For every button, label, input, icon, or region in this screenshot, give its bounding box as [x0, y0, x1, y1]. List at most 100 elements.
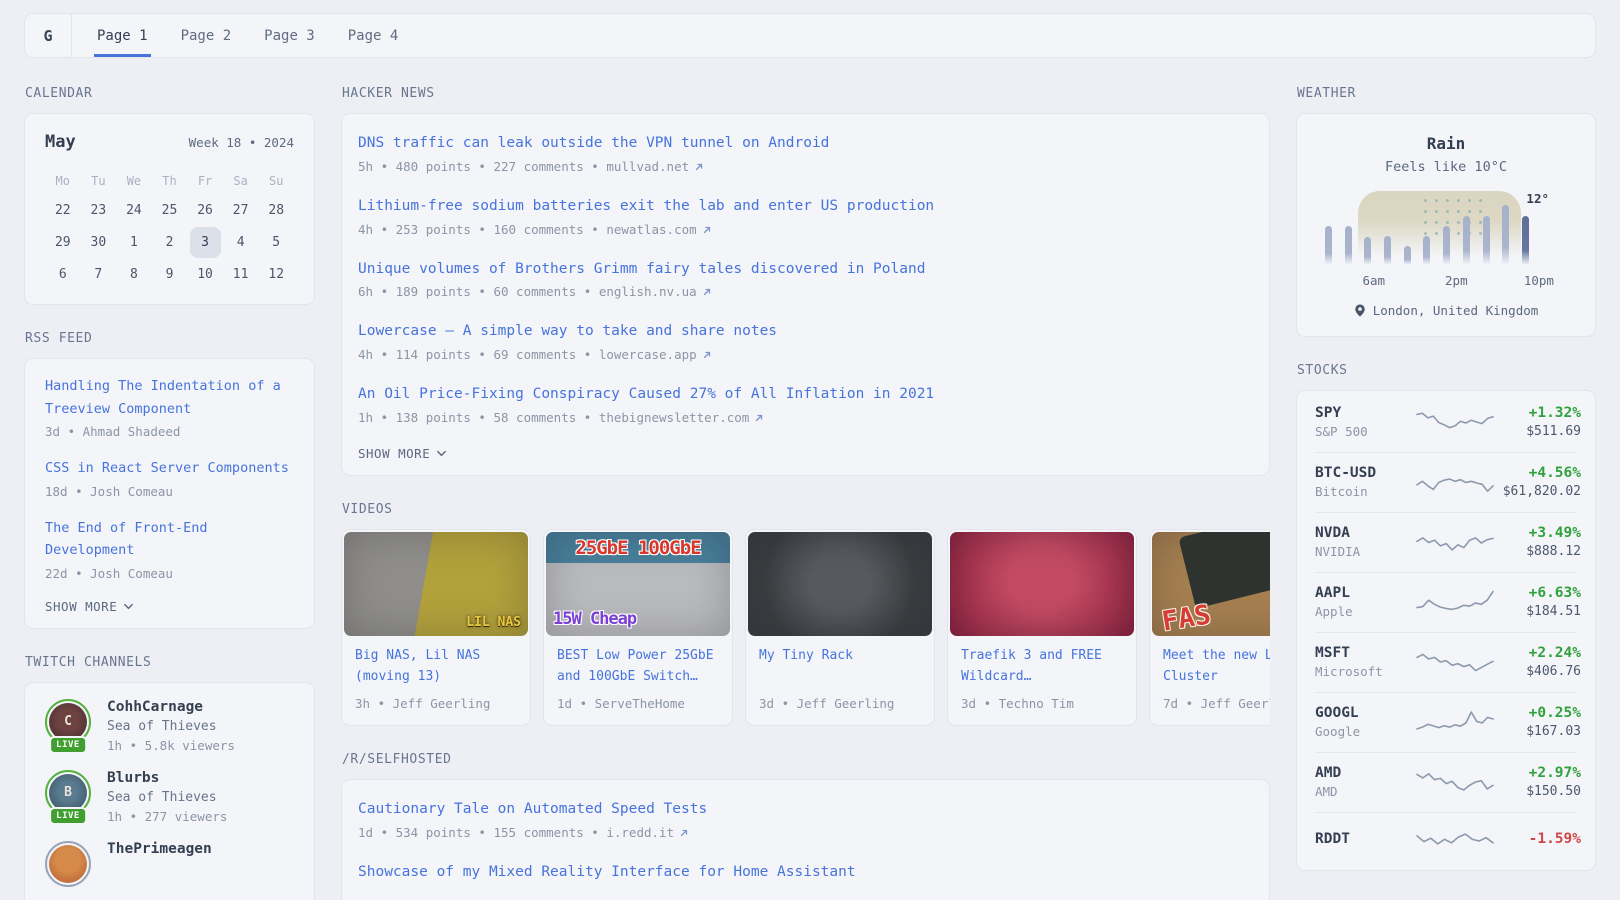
weather-bar	[1384, 236, 1391, 265]
thumbnail-overlay-text: LIL NAS	[466, 615, 521, 630]
calendar-week-year: Week 18 • 2024	[189, 135, 294, 150]
twitch-channel-name[interactable]: Blurbs	[107, 770, 227, 786]
rss-item-link[interactable]: CSS in React Server Components	[45, 460, 289, 476]
weather-bar	[1483, 216, 1490, 265]
page-tabs: Page 1 Page 2 Page 3 Page 4	[94, 14, 401, 57]
calendar-day: 9	[154, 259, 185, 290]
reddit-item-link[interactable]: Cautionary Tale on Automated Speed Tests	[358, 801, 707, 817]
stock-row[interactable]: AAPL Apple +6.63% $184.51	[1315, 573, 1577, 633]
stocks-section-title: STOCKS	[1297, 363, 1596, 378]
stock-name: Apple	[1315, 604, 1415, 619]
video-title[interactable]: Big NAS, Lil NAS (moving 13)	[355, 646, 517, 688]
stock-change: +0.25%	[1495, 705, 1581, 721]
calendar-weekday-label: Sa	[233, 168, 247, 194]
calendar-day: 8	[118, 259, 149, 290]
external-link-icon	[679, 828, 689, 838]
right-column: WEATHER Rain Feels like 10°C 12° 6am 2pm…	[1296, 86, 1596, 897]
thumbnail-overlay-text: 15W Cheap	[553, 609, 636, 629]
app-logo[interactable]: G	[25, 14, 72, 57]
twitch-channel-row[interactable]: B LIVE Blurbs Sea of Thieves 1h • 277 vi…	[45, 770, 294, 824]
video-card[interactable]: Traefik 3 and FREE Wildcard… 3d • Techno…	[947, 529, 1137, 726]
calendar-day: 7	[83, 259, 114, 290]
stock-symbol: GOOGL	[1315, 705, 1415, 721]
hn-show-more-button[interactable]: SHOW MORE	[358, 446, 1253, 461]
video-card[interactable]: FAS Meet the new Linux Cluster 7d • Jeff…	[1149, 529, 1270, 726]
stock-price: $888.12	[1495, 544, 1581, 559]
videos-carousel: LIL NAS Big NAS, Lil NAS (moving 13) 3h …	[341, 529, 1270, 726]
stock-row[interactable]: MSFT Microsoft +2.24% $406.76	[1315, 633, 1577, 693]
calendar-day: 27	[225, 195, 256, 226]
rss-item-meta: 18d • Josh Comeau	[45, 484, 294, 499]
weather-section: WEATHER Rain Feels like 10°C 12° 6am 2pm…	[1296, 86, 1596, 337]
video-card[interactable]: LIL NAS Big NAS, Lil NAS (moving 13) 3h …	[341, 529, 531, 726]
rss-show-more-button[interactable]: SHOW MORE	[45, 599, 294, 614]
twitch-section: TWITCH CHANNELS C LIVE CohhCarnage Sea o…	[24, 655, 315, 900]
video-title[interactable]: Traefik 3 and FREE Wildcard…	[961, 646, 1123, 688]
stock-change: +3.49%	[1495, 525, 1581, 541]
calendar-day-selected: 3	[190, 227, 221, 258]
hackernews-widget: DNS traffic can leak outside the VPN tun…	[341, 113, 1270, 476]
selfhosted-section: /R/SELFHOSTED Cautionary Tale on Automat…	[341, 752, 1270, 900]
twitch-widget: C LIVE CohhCarnage Sea of Thieves 1h • 5…	[24, 682, 315, 900]
stock-row[interactable]: AMD AMD +2.97% $150.50	[1315, 753, 1577, 813]
stock-row[interactable]: GOOGL Google +0.25% $167.03	[1315, 693, 1577, 753]
hackernews-section: HACKER NEWS DNS traffic can leak outside…	[341, 86, 1270, 476]
stock-change: +2.24%	[1495, 645, 1581, 661]
reddit-item-link[interactable]: Showcase of my Mixed Reality Interface f…	[358, 864, 856, 880]
video-card[interactable]: My Tiny Rack 3d • Jeff Geerling	[745, 529, 935, 726]
rss-item-link[interactable]: The End of Front-End Development	[45, 520, 208, 559]
stock-symbol: MSFT	[1315, 645, 1415, 661]
stock-row[interactable]: SPY S&P 500 +1.32% $511.69	[1315, 393, 1577, 453]
location-pin-icon	[1354, 304, 1366, 317]
twitch-viewers: 1h • 277 viewers	[107, 809, 227, 824]
stock-price: $511.69	[1495, 424, 1581, 439]
stock-price: $61,820.02	[1495, 484, 1581, 499]
twitch-channel-row[interactable]: C LIVE CohhCarnage Sea of Thieves 1h • 5…	[45, 699, 294, 753]
stock-price: $167.03	[1495, 724, 1581, 739]
external-link-icon	[754, 413, 764, 423]
hn-item: Unique volumes of Brothers Grimm fairy t…	[358, 258, 1253, 300]
weather-widget: Rain Feels like 10°C 12° 6am 2pm 10pm Lo…	[1296, 113, 1596, 337]
stock-row[interactable]: NVDA NVIDIA +3.49% $888.12	[1315, 513, 1577, 573]
stock-row[interactable]: BTC-USD Bitcoin +4.56% $61,820.02	[1315, 453, 1577, 513]
hn-item-link[interactable]: Unique volumes of Brothers Grimm fairy t…	[358, 261, 925, 277]
stock-change: +1.32%	[1495, 405, 1581, 421]
selfhosted-widget: Cautionary Tale on Automated Speed Tests…	[341, 779, 1270, 900]
stock-sparkline	[1415, 467, 1495, 497]
external-link-icon	[702, 287, 712, 297]
video-card[interactable]: 25GbE 100GbE 15W Cheap BEST Low Power 25…	[543, 529, 733, 726]
stock-row[interactable]: RDDT -1.59%	[1315, 813, 1577, 868]
weather-location: London, United Kingdom	[1317, 303, 1575, 318]
tab-page-2[interactable]: Page 2	[178, 14, 235, 57]
hn-item: Lowercase – A simple way to take and sha…	[358, 320, 1253, 362]
weather-hourly-chart: 12° 6am 2pm 10pm	[1317, 191, 1575, 287]
stock-name: NVIDIA	[1315, 544, 1415, 559]
rss-item-link[interactable]: Handling The Indentation of a Treeview C…	[45, 378, 281, 417]
hn-item-meta: 6h • 189 points • 60 comments • english.…	[358, 284, 1253, 299]
stock-sparkline	[1415, 407, 1495, 437]
rss-section: RSS FEED Handling The Indentation of a T…	[24, 331, 315, 629]
calendar-day: 6	[47, 259, 78, 290]
hn-item-link[interactable]: DNS traffic can leak outside the VPN tun…	[358, 135, 829, 151]
stock-change: +6.63%	[1495, 585, 1581, 601]
twitch-channel-row[interactable]: ThePrimeagen	[45, 841, 294, 891]
tab-page-4[interactable]: Page 4	[345, 14, 402, 57]
twitch-channel-name[interactable]: CohhCarnage	[107, 699, 235, 715]
twitch-channel-name[interactable]: ThePrimeagen	[107, 841, 212, 857]
stock-symbol: AMD	[1315, 765, 1415, 781]
tab-page-1[interactable]: Page 1	[94, 14, 151, 57]
hn-item-link[interactable]: Lithium-free sodium batteries exit the l…	[358, 198, 934, 214]
video-title[interactable]: My Tiny Rack	[759, 646, 921, 688]
calendar-day: 25	[154, 195, 185, 226]
hn-item-link[interactable]: Lowercase – A simple way to take and sha…	[358, 323, 777, 339]
video-title[interactable]: Meet the new Linux Cluster	[1163, 646, 1270, 688]
weather-condition: Rain	[1317, 134, 1575, 153]
tab-page-3[interactable]: Page 3	[261, 14, 318, 57]
time-label: 2pm	[1445, 273, 1468, 288]
twitch-section-title: TWITCH CHANNELS	[25, 655, 315, 670]
hn-item-link[interactable]: An Oil Price-Fixing Conspiracy Caused 27…	[358, 386, 934, 402]
video-title[interactable]: BEST Low Power 25GbE and 100GbE Switch…	[557, 646, 719, 688]
stock-sparkline	[1415, 707, 1495, 737]
weather-bar	[1463, 216, 1470, 265]
stock-price: $150.50	[1495, 784, 1581, 799]
